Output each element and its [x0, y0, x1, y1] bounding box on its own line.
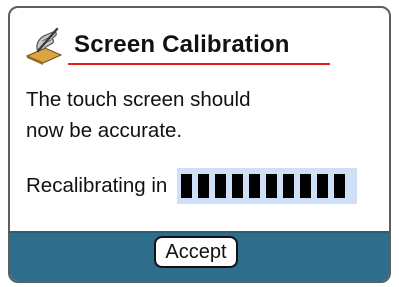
progress-segment — [232, 174, 244, 198]
stylus-hand-icon — [25, 27, 63, 65]
message-line-2: now be accurate. — [26, 119, 183, 142]
progress-segment — [181, 174, 193, 198]
progress-segment — [249, 174, 261, 198]
recalibration-countdown: Recalibrating in — [26, 168, 358, 204]
progress-segment — [198, 174, 210, 198]
progress-segment — [317, 174, 329, 198]
dialog-header: Screen Calibration — [24, 24, 290, 66]
progress-segment — [215, 174, 227, 198]
dialog-message: The touch screen should now be accurate. — [26, 84, 346, 146]
dialog-title: Screen Calibration — [74, 31, 290, 58]
accept-button[interactable]: Accept — [154, 236, 238, 268]
progress-segment — [283, 174, 295, 198]
title-underline — [68, 63, 330, 65]
message-line-1: The touch screen should — [26, 88, 251, 111]
progress-segment — [300, 174, 312, 198]
progress-segment — [266, 174, 278, 198]
countdown-label: Recalibrating in — [26, 174, 168, 197]
progress-segment — [334, 174, 346, 198]
countdown-progress-bar — [177, 168, 358, 204]
